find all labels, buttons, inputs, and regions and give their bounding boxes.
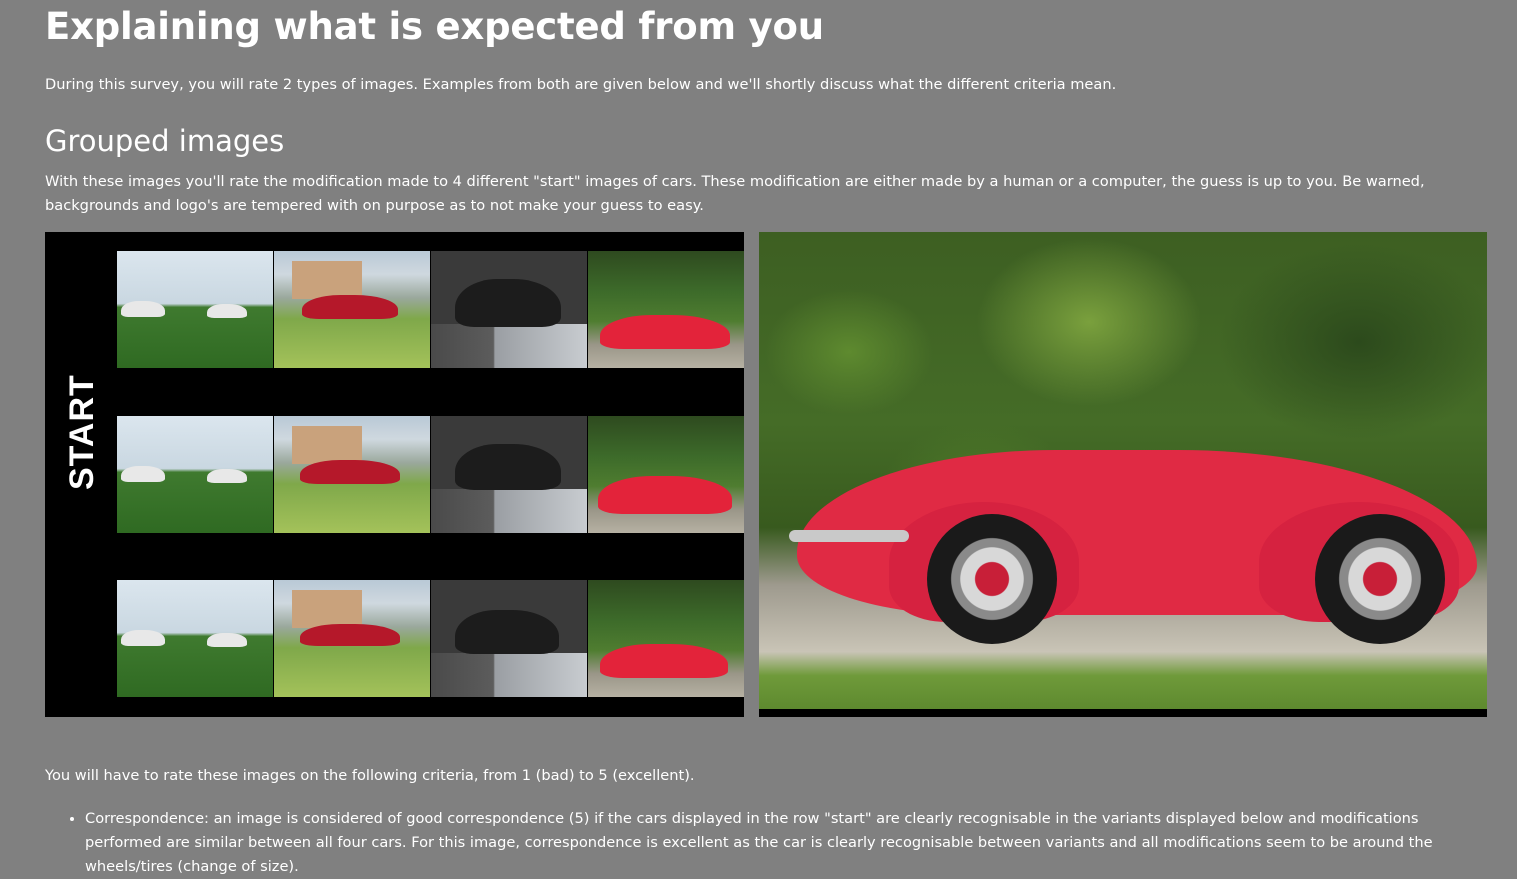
tile-red-sedan bbox=[274, 580, 430, 697]
car-shape bbox=[121, 630, 165, 646]
tile-red-roadster bbox=[588, 416, 744, 533]
tile-black-hatchback bbox=[431, 251, 587, 368]
image-row-variant-2 bbox=[117, 580, 744, 697]
image-row-start bbox=[117, 251, 744, 368]
tile-red-roadster bbox=[588, 251, 744, 368]
car-shape bbox=[300, 460, 400, 484]
car-shape bbox=[300, 624, 400, 646]
criteria-intro: You will have to rate these images on th… bbox=[45, 767, 695, 784]
car-shape bbox=[600, 644, 728, 678]
tile-white-sedans bbox=[117, 580, 273, 697]
car-shape bbox=[455, 610, 559, 654]
tile-red-roadster bbox=[588, 580, 744, 697]
image-row-variant-1 bbox=[117, 416, 744, 533]
car-shape bbox=[600, 315, 730, 349]
grouped-images-grid: START bbox=[45, 232, 744, 717]
criteria-item-correspondence: Correspondence: an image is considered o… bbox=[85, 807, 1475, 879]
tile-black-hatchback bbox=[431, 580, 587, 697]
front-wheel bbox=[927, 514, 1057, 644]
intro-text: During this survey, you will rate 2 type… bbox=[45, 76, 1117, 93]
start-row-label: START bbox=[63, 374, 101, 490]
page-title: Explaining what is expected from you bbox=[45, 5, 824, 48]
single-car-image bbox=[759, 232, 1487, 717]
rear-wheel bbox=[1315, 514, 1445, 644]
grouped-images-description: With these images you'll rate the modifi… bbox=[45, 173, 1425, 214]
tile-black-hatchback bbox=[431, 416, 587, 533]
car-shape bbox=[207, 469, 247, 483]
criteria-list: Correspondence: an image is considered o… bbox=[45, 807, 1475, 879]
car-shape bbox=[207, 633, 247, 647]
tile-white-sedans bbox=[117, 416, 273, 533]
tile-red-sedan bbox=[274, 416, 430, 533]
car-shape bbox=[207, 304, 247, 318]
section-heading-grouped-images: Grouped images bbox=[45, 124, 285, 158]
car-shape bbox=[121, 301, 165, 317]
car-shape bbox=[302, 295, 398, 319]
car-shape bbox=[598, 476, 732, 514]
car-shape bbox=[455, 279, 561, 327]
building-shape bbox=[292, 261, 362, 299]
tile-white-sedans bbox=[117, 251, 273, 368]
car-shape bbox=[121, 466, 165, 482]
car-shape bbox=[455, 444, 561, 490]
building-shape bbox=[292, 426, 362, 464]
tile-red-sedan bbox=[274, 251, 430, 368]
front-bumper bbox=[789, 530, 909, 542]
building-shape bbox=[292, 590, 362, 628]
